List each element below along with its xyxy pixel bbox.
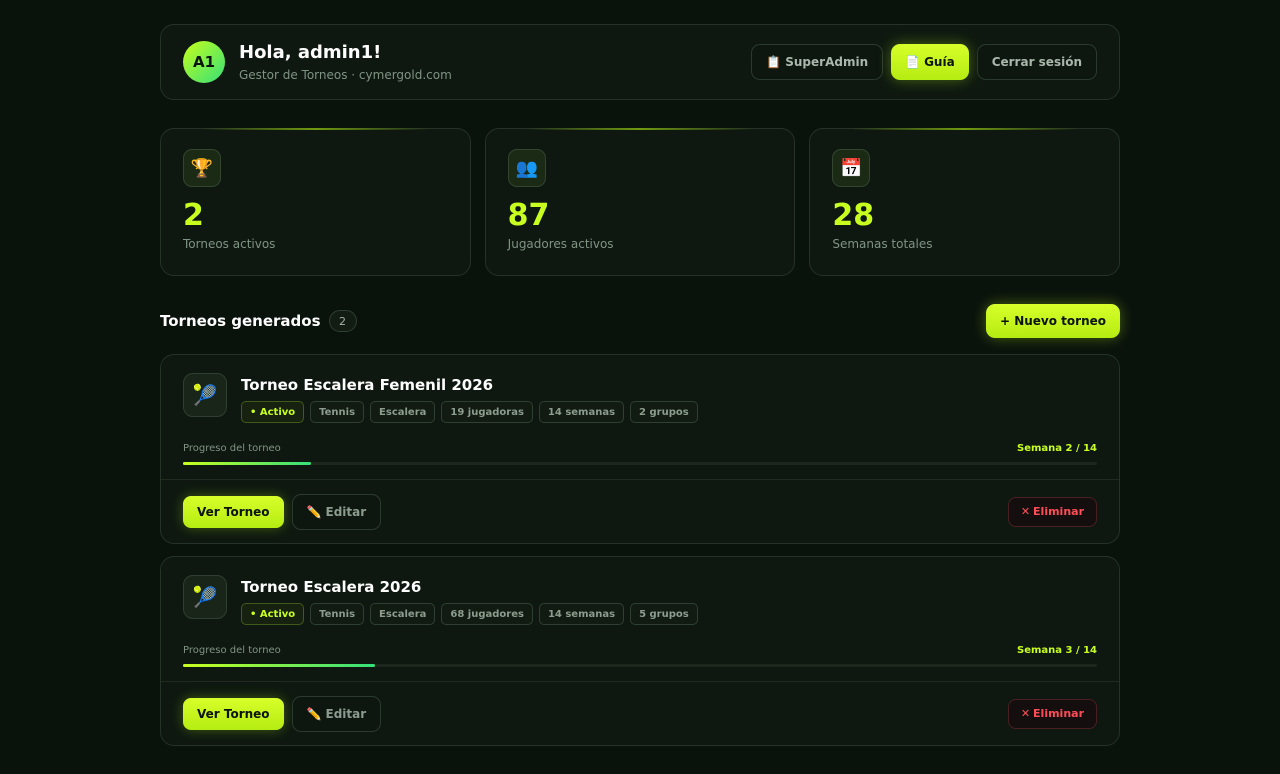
progress-label: Progreso del torneo <box>183 443 281 454</box>
view-tournament-button[interactable]: Ver Torneo <box>183 697 284 730</box>
pencil-icon: ✏️ <box>306 504 322 519</box>
greeting-subtitle: Gestor de Torneos · cymergold.com <box>239 68 452 82</box>
status-badge: • Activo <box>241 603 305 625</box>
close-icon: ✕ <box>1020 505 1031 518</box>
clipboard-icon: 📋 <box>766 55 782 69</box>
progress-label: Progreso del torneo <box>183 645 281 656</box>
stats-row: 🏆 2 Torneos activos 👥 87 Jugadores activ… <box>160 128 1121 276</box>
stat-label: Jugadores activos <box>507 237 614 251</box>
stat-label: Torneos activos <box>183 237 276 251</box>
edit-label: Editar <box>325 706 367 721</box>
progress-bar <box>183 664 1097 667</box>
groups-tag: 2 grupos <box>630 401 698 423</box>
section-title: Torneos generados <box>160 312 321 330</box>
edit-label: Editar <box>325 504 367 519</box>
delete-label: Eliminar <box>1033 505 1084 518</box>
avatar: A1 <box>183 41 225 83</box>
weeks-tag: 14 semanas <box>538 401 625 423</box>
progress-fill <box>183 462 311 465</box>
tournament-name: Torneo Escalera Femenil 2026 <box>241 376 494 394</box>
stat-value: 2 <box>183 198 204 233</box>
calendar-icon: 📅 <box>832 149 871 187</box>
stat-label: Semanas totales <box>832 237 933 251</box>
people-icon: 👥 <box>507 149 546 187</box>
week-indicator: Semana 2 / 14 <box>1017 443 1097 454</box>
stat-card-weeks: 📅 28 Semanas totales <box>809 128 1121 276</box>
logout-label: Cerrar sesión <box>991 55 1082 69</box>
close-icon: ✕ <box>1020 707 1031 720</box>
weeks-tag: 14 semanas <box>538 603 625 625</box>
greeting-title: Hola, admin1! <box>239 42 382 63</box>
progress-bar <box>183 462 1097 465</box>
tournament-card-actions: Ver Torneo ✏️ Editar ✕ Eliminar <box>161 681 1119 745</box>
guide-button[interactable]: 📄 Guía <box>891 44 969 80</box>
stat-card-players: 👥 87 Jugadores activos <box>484 128 796 276</box>
delete-button[interactable]: ✕ Eliminar <box>1007 496 1097 527</box>
tournament-card-body: 🎾 Torneo Escalera 2026 • Activo Tennis E… <box>161 557 1119 681</box>
tournament-card: 🎾 Torneo Escalera 2026 • Activo Tennis E… <box>160 556 1120 746</box>
tournament-card-actions: Ver Torneo ✏️ Editar ✕ Eliminar <box>161 479 1119 543</box>
tournament-tags: • Activo Tennis Escalera 68 jugadores 14… <box>241 603 698 625</box>
header-card: A1 Hola, admin1! Gestor de Torneos · cym… <box>160 24 1120 100</box>
tennis-ball-icon: 🎾 <box>183 575 227 619</box>
progress-fill <box>183 664 375 667</box>
week-indicator: Semana 3 / 14 <box>1017 645 1097 656</box>
superadmin-button[interactable]: 📋 SuperAdmin <box>751 44 884 80</box>
format-tag: Escalera <box>370 603 436 625</box>
edit-button[interactable]: ✏️ Editar <box>291 493 382 530</box>
groups-tag: 5 grupos <box>630 603 698 625</box>
superadmin-label: SuperAdmin <box>785 55 869 69</box>
tournament-name: Torneo Escalera 2026 <box>241 578 422 596</box>
dashboard: A1 Hola, admin1! Gestor de Torneos · cym… <box>160 24 1121 746</box>
tournament-tags: • Activo Tennis Escalera 19 jugadoras 14… <box>241 401 698 423</box>
guide-label: Guía <box>924 55 955 69</box>
pencil-icon: ✏️ <box>306 706 322 721</box>
header-actions: 📋 SuperAdmin 📄 Guía Cerrar sesión <box>751 44 1097 80</box>
format-tag: Escalera <box>370 401 436 423</box>
delete-label: Eliminar <box>1033 707 1084 720</box>
greeting-block: Hola, admin1! Gestor de Torneos · cymerg… <box>239 42 452 82</box>
tournament-card-body: 🎾 Torneo Escalera Femenil 2026 • Activo … <box>161 355 1119 479</box>
status-badge: • Activo <box>241 401 305 423</box>
players-tag: 19 jugadoras <box>441 401 533 423</box>
players-tag: 68 jugadores <box>441 603 533 625</box>
document-icon: 📄 <box>905 55 921 69</box>
stat-value: 28 <box>832 198 875 233</box>
tennis-ball-icon: 🎾 <box>183 373 227 417</box>
tournament-card: 🎾 Torneo Escalera Femenil 2026 • Activo … <box>160 354 1120 544</box>
delete-button[interactable]: ✕ Eliminar <box>1007 698 1097 729</box>
stat-card-tournaments: 🏆 2 Torneos activos <box>160 128 471 276</box>
section-header: Torneos generados 2 + Nuevo torneo <box>160 304 1120 338</box>
sport-tag: Tennis <box>310 603 365 625</box>
new-tournament-button[interactable]: + Nuevo torneo <box>985 304 1120 338</box>
trophy-icon: 🏆 <box>183 149 221 187</box>
edit-button[interactable]: ✏️ Editar <box>291 695 382 732</box>
view-tournament-button[interactable]: Ver Torneo <box>183 495 284 528</box>
count-badge: 2 <box>328 310 357 332</box>
sport-tag: Tennis <box>310 401 365 423</box>
stat-value: 87 <box>507 198 550 233</box>
logout-button[interactable]: Cerrar sesión <box>976 44 1097 80</box>
